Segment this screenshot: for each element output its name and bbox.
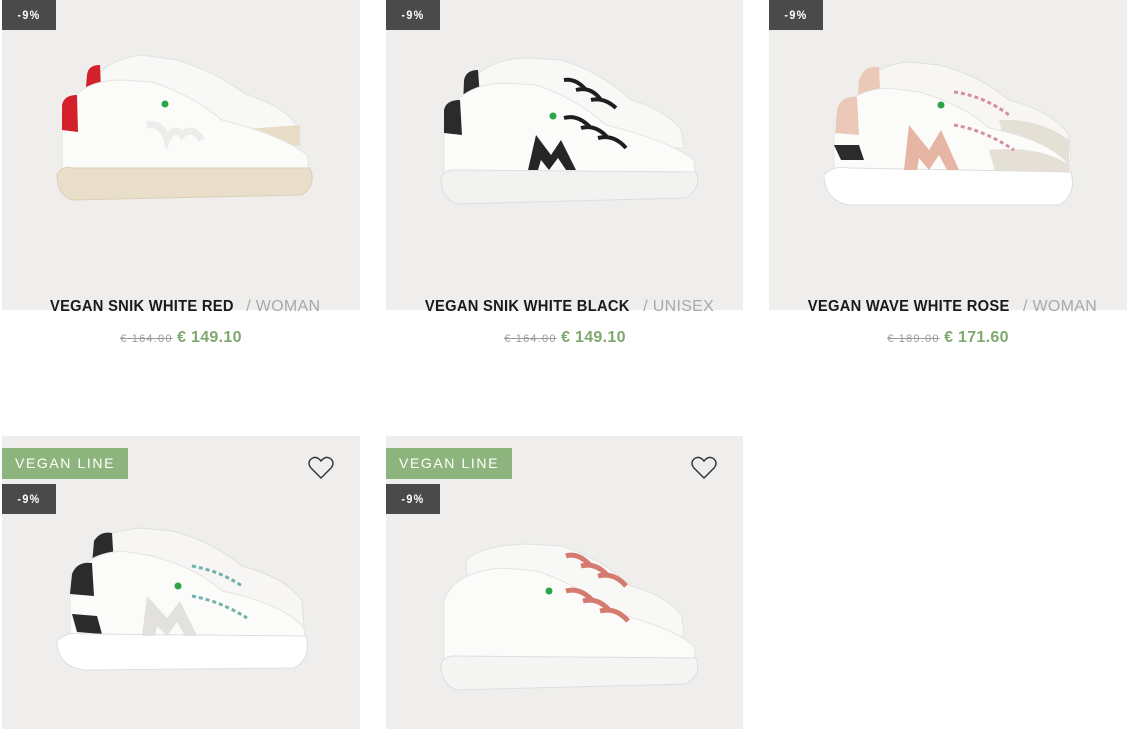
- product-title[interactable]: VEGAN SNIK WHITE RED / WOMAN: [2, 298, 360, 316]
- product-image[interactable]: -9%: [386, 0, 743, 310]
- price-block: € 189.00 € 171.60: [769, 329, 1127, 347]
- product-gender: UNISEX: [652, 298, 715, 315]
- sneaker-image: [56, 54, 313, 201]
- discount-badge: -9%: [2, 484, 56, 514]
- sale-price: € 149.10: [561, 329, 626, 346]
- product-image[interactable]: -9%: [2, 0, 360, 310]
- product-title[interactable]: VEGAN WAVE WHITE ROSE / WOMAN: [769, 298, 1127, 316]
- product-card[interactable]: VEGAN LINE -9%: [386, 436, 744, 729]
- product-card[interactable]: VEGAN LINE -9%: [2, 436, 360, 729]
- product-card[interactable]: -9% VEGAN SNIK WHITE BLACK / UNISEX € 16…: [386, 0, 744, 346]
- title-separator: /: [643, 298, 648, 315]
- vegan-line-tag: VEGAN LINE: [2, 448, 129, 479]
- title-separator: /: [246, 298, 251, 315]
- price-block: € 164.00 € 149.10: [386, 329, 744, 347]
- title-separator: /: [1023, 298, 1028, 315]
- product-name[interactable]: VEGAN SNIK WHITE RED: [50, 298, 234, 316]
- product-gender: WOMAN: [1032, 298, 1098, 315]
- product-card[interactable]: -9% VEGAN WAVE WHITE ROSE / WOMAN € 189.…: [769, 0, 1127, 346]
- discount-badge: -9%: [2, 0, 56, 30]
- discount-badge: -9%: [386, 0, 440, 30]
- product-name[interactable]: VEGAN WAVE WHITE ROSE: [808, 298, 1010, 316]
- product-image[interactable]: VEGAN LINE -9%: [386, 436, 743, 729]
- price-block: € 164.00 € 149.10: [2, 329, 360, 347]
- product-image[interactable]: -9%: [769, 0, 1127, 310]
- discount-badge: -9%: [386, 484, 440, 514]
- heart-icon[interactable]: [691, 456, 717, 480]
- sale-price: € 171.60: [944, 329, 1009, 346]
- vegan-line-tag: VEGAN LINE: [386, 448, 513, 479]
- sale-price: € 149.10: [177, 329, 242, 346]
- product-title[interactable]: VEGAN SNIK WHITE BLACK / UNISEX: [386, 298, 744, 316]
- sneaker-image: [56, 527, 308, 671]
- sneaker-image: [440, 57, 699, 205]
- sneaker-image: [440, 543, 699, 691]
- old-price: € 164.00: [120, 333, 173, 345]
- product-name[interactable]: VEGAN SNIK WHITE BLACK: [425, 298, 630, 316]
- product-gender: WOMAN: [255, 298, 321, 315]
- discount-badge: -9%: [769, 0, 823, 30]
- sneaker-image: [823, 61, 1073, 206]
- old-price: € 164.00: [504, 333, 557, 345]
- old-price: € 189.00: [887, 333, 940, 345]
- product-image[interactable]: VEGAN LINE -9%: [2, 436, 360, 729]
- heart-icon[interactable]: [308, 456, 334, 480]
- product-card[interactable]: -9% VEGAN SNIK WHITE RED / WOMAN € 164.0…: [2, 0, 360, 346]
